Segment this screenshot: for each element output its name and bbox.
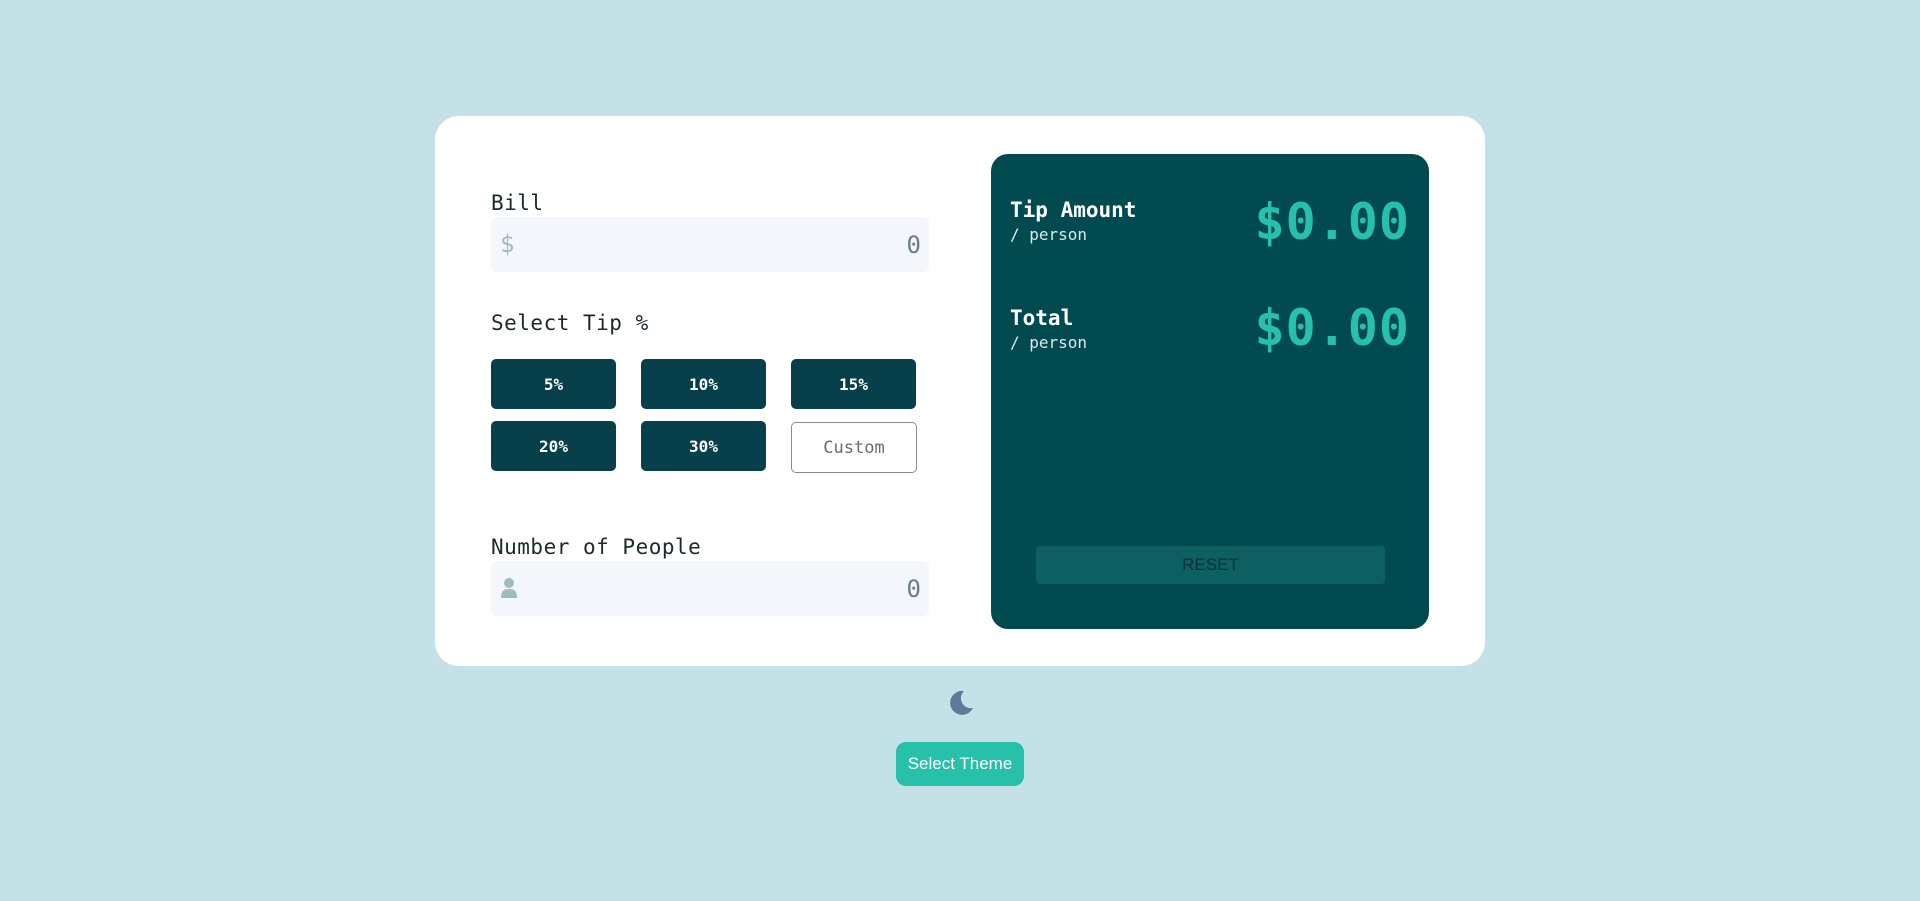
tip-15-button[interactable]: 15%: [791, 359, 916, 409]
person-icon: [501, 578, 517, 598]
tip-30-button[interactable]: 30%: [641, 421, 766, 471]
tip-10-button[interactable]: 10%: [641, 359, 766, 409]
select-theme-button[interactable]: Select Theme: [896, 742, 1024, 786]
bill-field[interactable]: $: [491, 217, 929, 272]
tip-amount-value: $0.00: [1254, 193, 1410, 251]
people-field[interactable]: [491, 561, 929, 616]
custom-tip-input[interactable]: [791, 422, 917, 473]
tip-amount-per-person: / person: [1010, 225, 1088, 244]
tip-amount-label: Tip Amount: [1010, 198, 1137, 222]
number-of-people-label: Number of People: [491, 535, 702, 559]
bill-label: Bill: [491, 191, 544, 215]
total-per-person: / person: [1010, 333, 1088, 352]
tip-5-button[interactable]: 5%: [491, 359, 616, 409]
moon-icon[interactable]: [947, 689, 975, 717]
total-value: $0.00: [1254, 299, 1410, 357]
bill-input[interactable]: [541, 217, 921, 272]
dollar-icon: $: [500, 230, 515, 258]
results-panel: Tip Amount / person $0.00 Total / person…: [991, 154, 1429, 629]
total-label: Total: [1010, 306, 1074, 330]
tip-20-button[interactable]: 20%: [491, 421, 616, 471]
reset-button[interactable]: RESET: [1036, 546, 1385, 584]
calculator-card: Bill $ Select Tip % 5% 10% 15% 20% 30% N…: [435, 116, 1485, 666]
select-tip-label: Select Tip %: [491, 311, 649, 335]
people-input[interactable]: [541, 561, 921, 616]
